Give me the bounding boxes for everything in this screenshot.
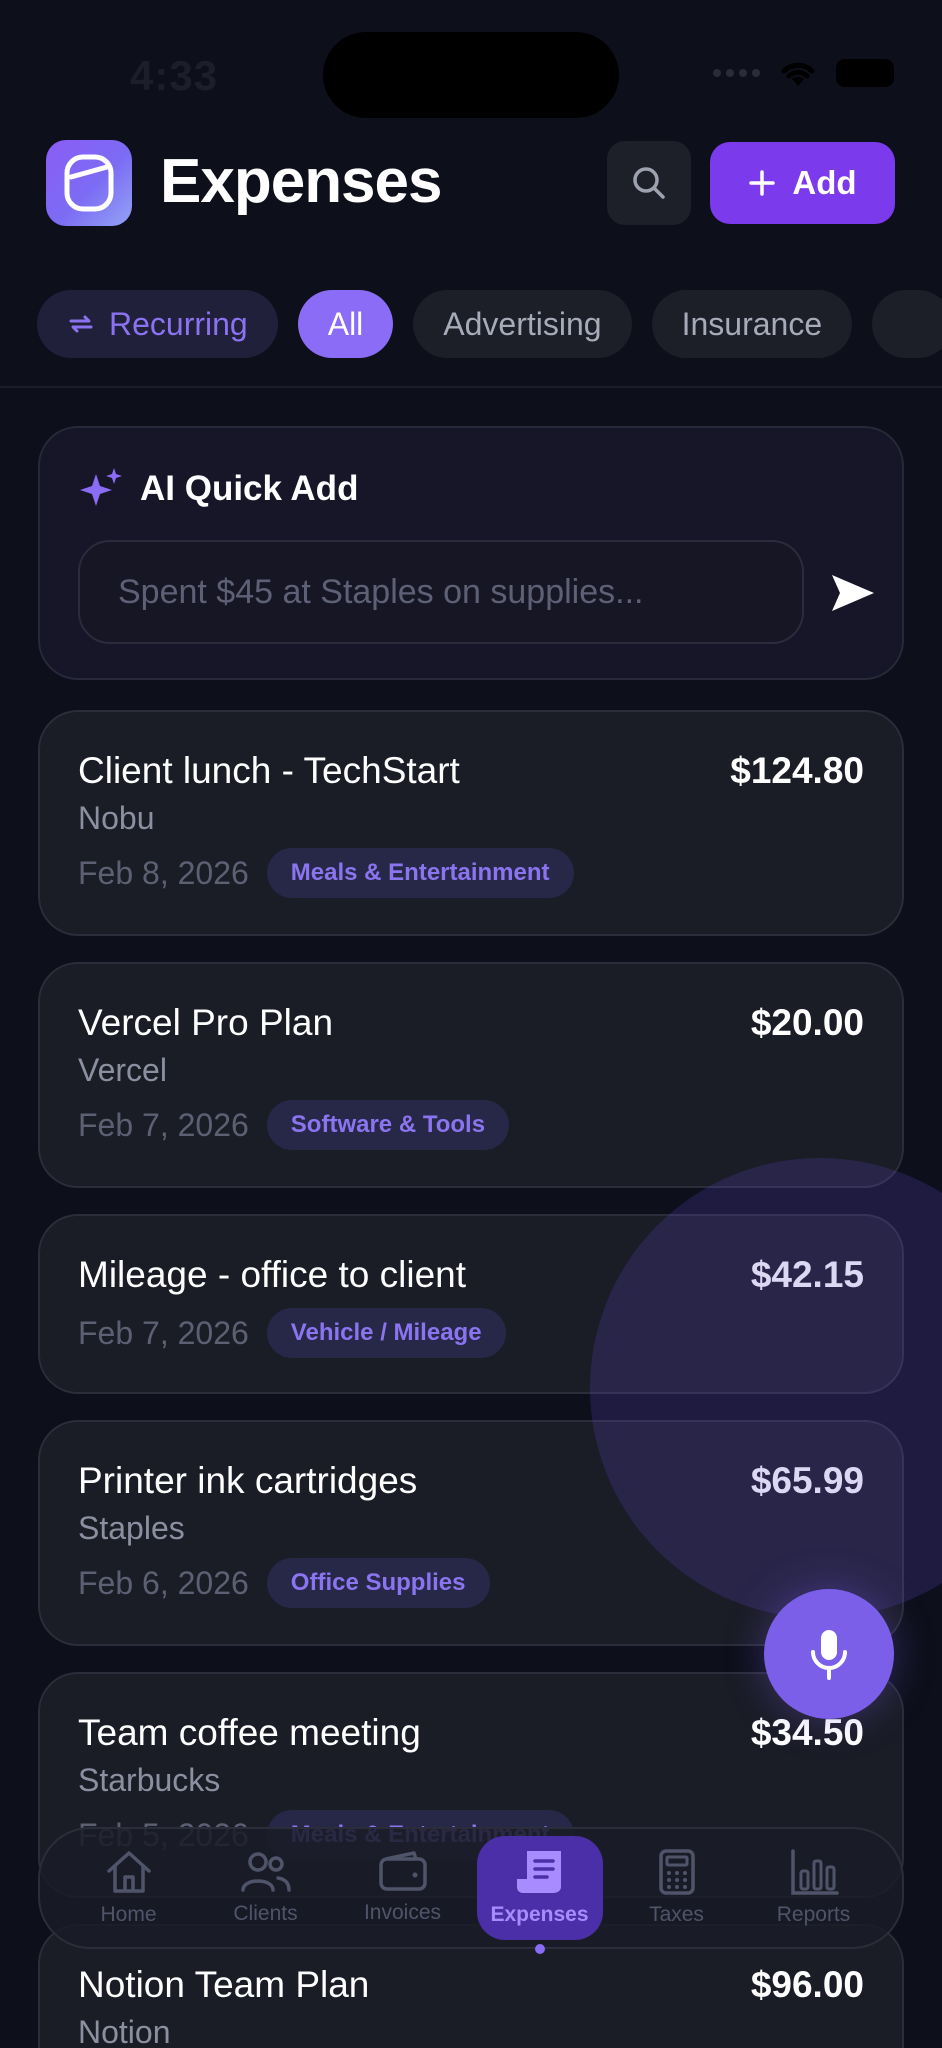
expense-vendor: Staples xyxy=(78,1510,185,1546)
expense-title: Mileage - office to client xyxy=(78,1254,467,1295)
expense-amount: $34.50 xyxy=(750,1712,864,1753)
add-button-label: Add xyxy=(792,164,857,201)
nav-label: Home xyxy=(100,1903,157,1926)
expense-card[interactable]: Vercel Pro Plan $20.00 Vercel Feb 7, 202… xyxy=(38,962,904,1188)
repeat-icon xyxy=(69,315,93,333)
bottom-navigation: Home Clients Invoices Expenses Taxes Rep… xyxy=(38,1827,904,1954)
nav-item-home[interactable]: Home xyxy=(66,1836,192,1940)
nav-item-taxes[interactable]: Taxes xyxy=(614,1836,740,1940)
calculator-icon xyxy=(658,1849,695,1895)
ai-quick-add-title: AI Quick Add xyxy=(140,469,359,508)
nav-item-clients[interactable]: Clients xyxy=(203,1836,329,1940)
expense-vendor: Nobu xyxy=(78,800,155,836)
send-icon xyxy=(832,575,874,611)
filter-divider xyxy=(0,386,942,388)
nav-label: Clients xyxy=(233,1902,298,1925)
send-button[interactable] xyxy=(818,558,888,628)
battery-icon xyxy=(836,59,894,87)
receipt-icon xyxy=(516,1851,561,1893)
expense-card[interactable]: Printer ink cartridges $65.99 Staples Fe… xyxy=(38,1420,904,1646)
expense-date: Feb 7, 2026 xyxy=(78,1106,249,1143)
ai-quick-add-header: AI Quick Add xyxy=(78,466,358,512)
expense-title: Printer ink cartridges xyxy=(78,1460,418,1501)
nav-label: Invoices xyxy=(363,1901,442,1924)
voice-input-button[interactable] xyxy=(764,1589,894,1719)
expense-category-badge: Meals & Entertainment xyxy=(266,848,574,898)
expense-category-badge: Vehicle / Mileage xyxy=(266,1308,506,1358)
ai-quick-add-card: AI Quick Add xyxy=(38,426,904,680)
filter-chip-label: Recurring xyxy=(109,305,248,342)
page-title: Expenses xyxy=(160,147,443,216)
expense-amount: $124.80 xyxy=(730,750,864,791)
filter-chip-overflow[interactable] xyxy=(872,290,942,358)
search-icon xyxy=(633,167,665,199)
dynamic-island xyxy=(323,32,619,118)
signal-icon xyxy=(713,69,760,77)
expense-vendor: Vercel xyxy=(78,1052,167,1088)
nav-label: Expenses xyxy=(490,1903,589,1926)
home-icon xyxy=(106,1851,151,1893)
expense-amount: $65.99 xyxy=(750,1460,864,1501)
filter-chip-advertising[interactable]: Advertising xyxy=(413,290,632,358)
expense-category-badge: Office Supplies xyxy=(266,1558,490,1608)
nav-label: Taxes xyxy=(649,1903,704,1926)
plus-icon xyxy=(749,170,776,196)
expense-amount: $42.15 xyxy=(750,1254,864,1295)
expense-title: Vercel Pro Plan xyxy=(78,1002,334,1043)
sparkles-icon xyxy=(80,468,122,506)
expense-date: Feb 6, 2026 xyxy=(78,1564,249,1601)
ai-quick-add-input[interactable] xyxy=(78,540,804,644)
expense-title: Client lunch - TechStart xyxy=(78,750,460,791)
expense-title: Notion Team Plan xyxy=(78,1964,370,2005)
filter-chip-insurance[interactable]: Insurance xyxy=(651,290,853,358)
expense-vendor: Notion xyxy=(78,2014,171,2048)
expense-meta: Feb 7, 2026 Vehicle / Mileage xyxy=(78,1308,506,1358)
status-time: 4:33 xyxy=(130,52,219,99)
app-logo xyxy=(46,140,132,226)
nav-item-reports[interactable]: Reports xyxy=(751,1836,877,1940)
category-filter-row: Recurring All Advertising Insurance xyxy=(37,290,942,358)
search-button[interactable] xyxy=(607,141,691,225)
logo-mark-icon xyxy=(64,154,114,212)
expenses-screen: 4:33 Expenses Add Recurring All Advertis… xyxy=(0,0,942,2048)
microphone-icon xyxy=(811,1630,847,1680)
add-expense-button[interactable]: Add xyxy=(710,142,895,224)
expense-meta: Feb 8, 2026 Meals & Entertainment xyxy=(78,848,574,898)
expense-meta: Feb 7, 2026 Software & Tools xyxy=(78,1100,510,1150)
expense-vendor: Starbucks xyxy=(78,1762,221,1798)
nav-item-invoices[interactable]: Invoices xyxy=(340,1836,466,1940)
expense-date: Feb 8, 2026 xyxy=(78,854,249,891)
expense-amount: $20.00 xyxy=(750,1002,864,1043)
wallet-icon xyxy=(378,1851,427,1891)
bar-chart-icon xyxy=(790,1849,839,1895)
users-icon xyxy=(240,1852,291,1892)
expense-amount: $96.00 xyxy=(750,1964,864,2005)
nav-item-expenses[interactable]: Expenses xyxy=(476,1836,603,1954)
filter-chip-all[interactable]: All xyxy=(297,290,394,358)
expense-card[interactable]: Client lunch - TechStart $124.80 Nobu Fe… xyxy=(38,710,904,936)
expense-meta: Feb 6, 2026 Office Supplies xyxy=(78,1558,490,1608)
nav-label: Reports xyxy=(776,1903,851,1926)
status-icons xyxy=(713,58,894,88)
wifi-icon xyxy=(781,62,815,86)
expense-card[interactable]: Mileage - office to client $42.15 Feb 7,… xyxy=(38,1214,904,1394)
expense-date: Feb 7, 2026 xyxy=(78,1314,249,1351)
expense-title: Team coffee meeting xyxy=(78,1712,421,1753)
filter-chip-recurring[interactable]: Recurring xyxy=(37,290,278,358)
expense-category-badge: Software & Tools xyxy=(266,1100,510,1150)
